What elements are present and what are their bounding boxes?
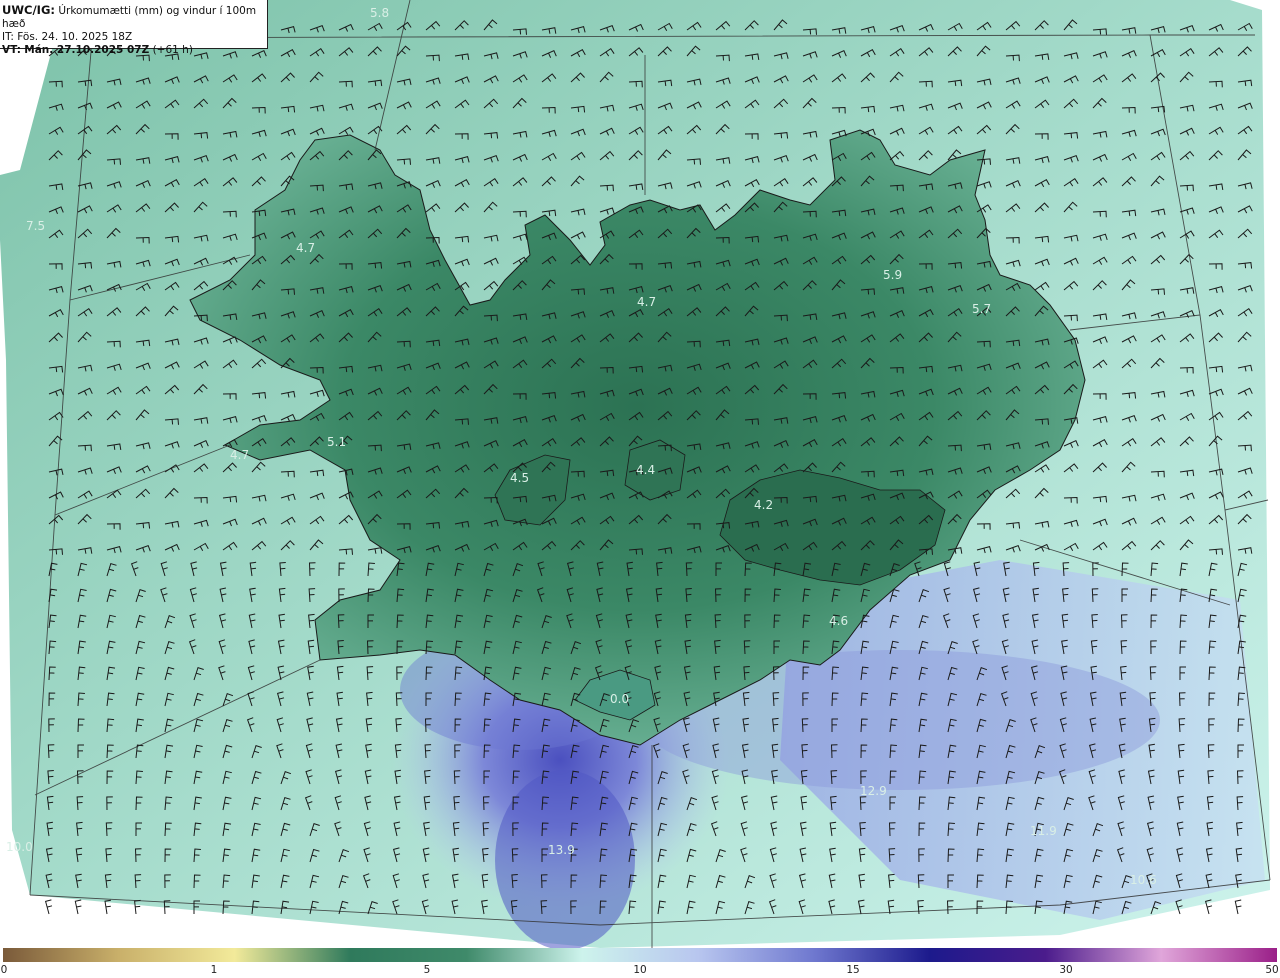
valid-time-line: VT: Mán. 27.10.2025 07Z (+61 h) xyxy=(2,44,267,57)
info-box: UWC/IG: Úrkomumætti (mm) og vindur í 100… xyxy=(0,0,268,56)
colorbar-tick-label: 5 xyxy=(423,964,431,976)
colorbar-tick-label: 15 xyxy=(846,964,860,976)
colorbar-tick-label: 50 xyxy=(1265,964,1279,976)
value-label: 5.8 xyxy=(370,6,389,20)
value-label: 11.9 xyxy=(1030,824,1057,838)
valid-time: Mán. 27.10.2025 07Z xyxy=(24,44,150,56)
value-label: 4.7 xyxy=(230,448,249,462)
colorbar-tick-label: 30 xyxy=(1059,964,1073,976)
precipitation-map: 5.8 7.5 4.7 4.7 5.9 5.7 5.1 4.7 4.5 4.4 … xyxy=(0,0,1271,948)
value-label: 4.7 xyxy=(637,295,656,309)
colorbar: 0 1 5 10 15 30 50 xyxy=(0,948,1280,978)
wind-barb xyxy=(44,899,53,915)
value-label: 5.9 xyxy=(883,268,902,282)
value-label: 4.6 xyxy=(829,614,848,628)
value-label: 10.6 xyxy=(1130,873,1157,887)
value-label: 13.9 xyxy=(548,843,575,857)
value-label: 7.5 xyxy=(26,219,45,233)
value-label: 4.2 xyxy=(754,498,773,512)
colorbar-strip xyxy=(3,948,1277,962)
colorbar-tick-label: 0 xyxy=(0,964,8,976)
value-label: 4.5 xyxy=(510,471,529,485)
vt-prefix: VT: xyxy=(2,44,21,56)
colorbar-tick-label: 10 xyxy=(633,964,647,976)
value-label: 10.0 xyxy=(6,840,33,854)
product-code: UWC/IG: xyxy=(2,3,55,17)
init-time: IT: Fös. 24. 10. 2025 18Z xyxy=(2,31,133,43)
value-label: 0.0 xyxy=(610,692,629,706)
value-label: 12.9 xyxy=(860,784,887,798)
value-label: 4.7 xyxy=(296,241,315,255)
value-label: 5.7 xyxy=(972,302,991,316)
title-line: UWC/IG: Úrkomumætti (mm) og vindur í 100… xyxy=(2,4,267,31)
lead-time: (+61 h) xyxy=(152,44,193,56)
value-label: 5.1 xyxy=(327,435,346,449)
wind-barb xyxy=(1234,899,1242,915)
value-label: 4.4 xyxy=(636,463,655,477)
wind-barb xyxy=(74,899,82,915)
colorbar-tick-label: 1 xyxy=(210,964,218,976)
